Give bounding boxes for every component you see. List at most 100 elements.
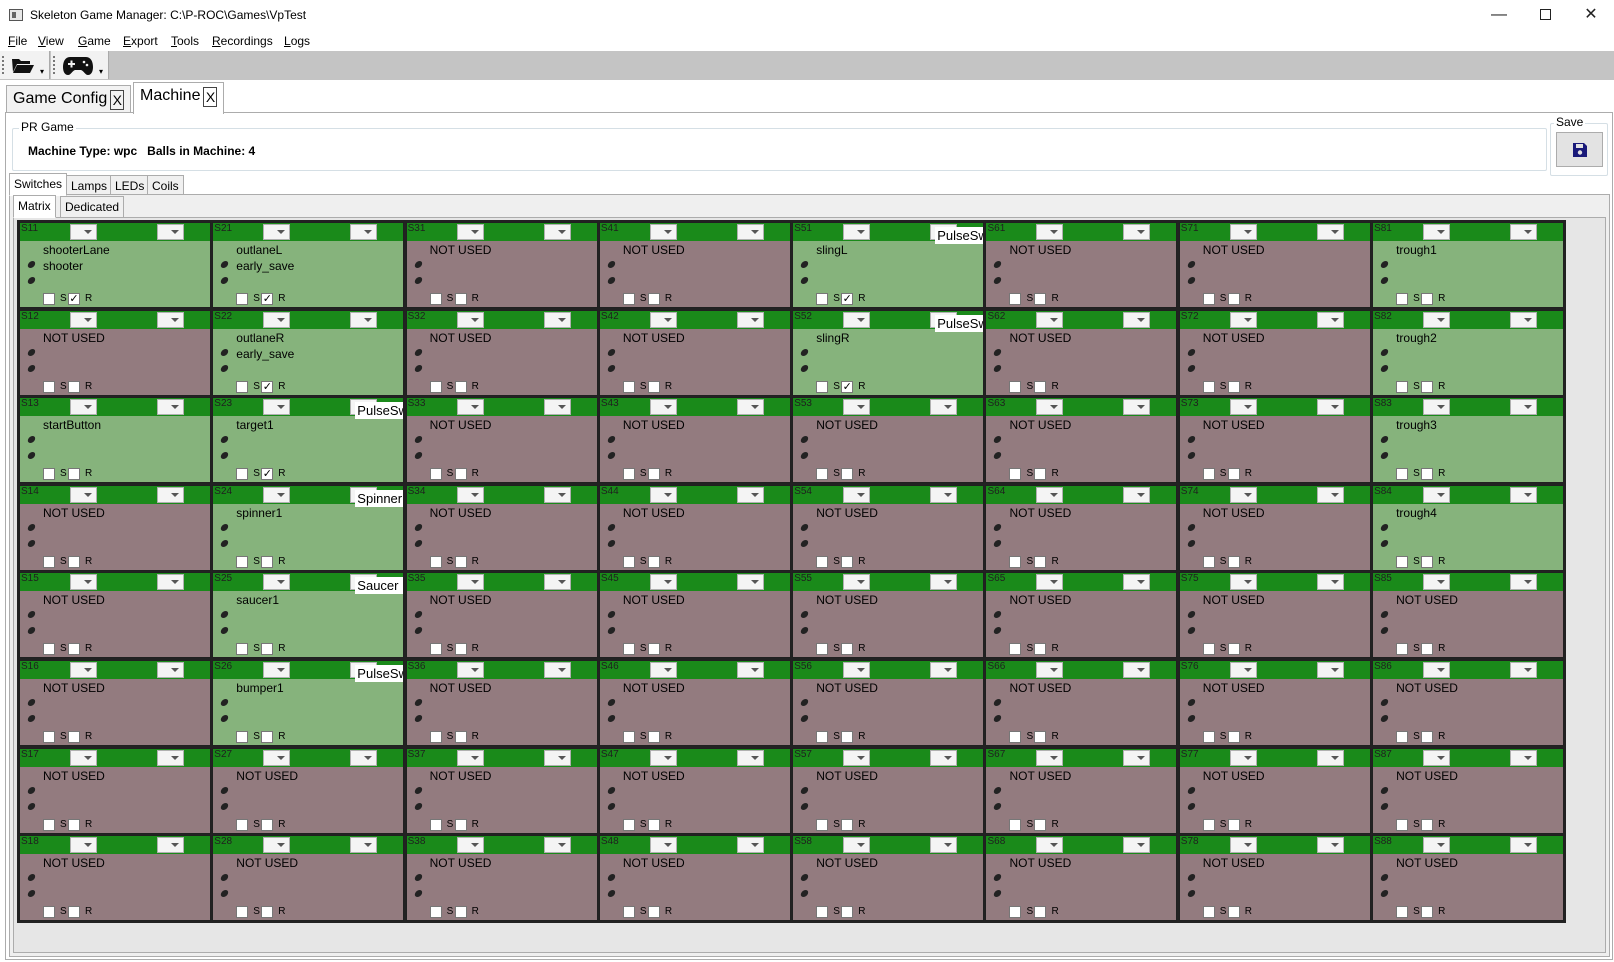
switch-name[interactable]: NOT USED: [43, 331, 105, 345]
switch-board-dropdown[interactable]: [1123, 224, 1151, 240]
search-checkbox[interactable]: [429, 730, 442, 743]
switch-type-dropdown[interactable]: [1423, 574, 1451, 591]
switch-name[interactable]: NOT USED: [623, 506, 685, 520]
search-checkbox[interactable]: [1009, 380, 1022, 393]
switch-board-dropdown[interactable]: [930, 749, 958, 766]
switch-tag[interactable]: early_save: [236, 347, 294, 361]
search-checkbox[interactable]: [1009, 468, 1022, 481]
switch-board-dropdown[interactable]: [736, 661, 764, 678]
switch-name[interactable]: NOT USED: [43, 769, 105, 783]
switch-name[interactable]: NOT USED: [430, 681, 492, 695]
switch-name[interactable]: NOT USED: [1009, 243, 1071, 257]
switch-name[interactable]: spinner1: [236, 506, 282, 520]
switch-board-dropdown[interactable]: [1123, 574, 1151, 591]
switch-board-dropdown[interactable]: [1123, 399, 1151, 416]
search-checkbox[interactable]: [43, 380, 55, 393]
switch-name[interactable]: NOT USED: [236, 856, 298, 870]
switch-board-dropdown[interactable]: [1510, 574, 1538, 591]
switch-name[interactable]: NOT USED: [1396, 769, 1458, 783]
switch-type-dropdown[interactable]: [649, 486, 677, 503]
switch-name[interactable]: NOT USED: [623, 856, 685, 870]
switch-type-dropdown[interactable]: [843, 486, 871, 503]
switch-board-dropdown[interactable]: [930, 837, 958, 854]
switch-board-dropdown[interactable]: [1316, 574, 1344, 591]
switch-board-dropdown[interactable]: [157, 661, 184, 678]
ball-search-checkbox[interactable]: [841, 730, 854, 743]
search-checkbox[interactable]: [429, 818, 442, 831]
switch-type-dropdown[interactable]: [70, 661, 97, 678]
switch-type-dropdown[interactable]: [70, 574, 97, 591]
switch-name[interactable]: slingL: [816, 243, 847, 257]
ball-search-checkbox[interactable]: [261, 643, 274, 656]
search-checkbox[interactable]: [816, 468, 829, 481]
folder-open-icon[interactable]: [11, 56, 35, 77]
switch-type-dropdown[interactable]: [1423, 837, 1451, 854]
switch-type-dropdown[interactable]: [456, 574, 484, 591]
ball-search-checkbox[interactable]: [68, 818, 80, 831]
switch-name[interactable]: NOT USED: [430, 243, 492, 257]
switch-board-dropdown[interactable]: [1316, 486, 1344, 503]
switch-board-dropdown[interactable]: [157, 486, 184, 503]
search-checkbox[interactable]: [236, 380, 249, 393]
search-checkbox[interactable]: [429, 643, 442, 656]
switch-board-dropdown[interactable]: [736, 486, 764, 503]
switch-type-dropdown[interactable]: [1229, 311, 1257, 328]
switch-board-dropdown[interactable]: [1316, 311, 1344, 328]
switch-type-dropdown[interactable]: [649, 311, 677, 328]
switch-type-dropdown[interactable]: [456, 311, 484, 328]
switch-name[interactable]: NOT USED: [1203, 681, 1265, 695]
switch-name[interactable]: NOT USED: [1009, 506, 1071, 520]
switch-type-dropdown[interactable]: [1423, 486, 1451, 503]
switch-board-dropdown[interactable]: [1316, 399, 1344, 416]
switch-name[interactable]: NOT USED: [816, 418, 878, 432]
switch-name[interactable]: trough2: [1396, 331, 1437, 345]
search-checkbox[interactable]: [622, 818, 635, 831]
search-checkbox[interactable]: [236, 555, 249, 568]
switch-type-dropdown[interactable]: [1036, 661, 1064, 678]
switch-type-dropdown[interactable]: [843, 661, 871, 678]
switch-type-dropdown[interactable]: [70, 486, 97, 503]
switch-name[interactable]: NOT USED: [1396, 856, 1458, 870]
search-checkbox[interactable]: [1396, 730, 1409, 743]
switch-board-dropdown[interactable]: [1510, 486, 1538, 503]
switch-type-dropdown[interactable]: [70, 749, 97, 766]
search-checkbox[interactable]: [816, 555, 829, 568]
switch-board-dropdown[interactable]: [157, 749, 184, 766]
switch-type-dropdown[interactable]: [1229, 837, 1257, 854]
ball-search-checkbox[interactable]: [68, 643, 80, 656]
search-checkbox[interactable]: [1202, 293, 1215, 305]
ball-search-checkbox[interactable]: [647, 906, 660, 919]
search-checkbox[interactable]: [1202, 380, 1215, 393]
switch-name[interactable]: NOT USED: [1396, 593, 1458, 607]
switch-name[interactable]: NOT USED: [43, 593, 105, 607]
ball-search-checkbox[interactable]: [647, 730, 660, 743]
switch-name[interactable]: NOT USED: [623, 769, 685, 783]
ball-search-checkbox[interactable]: [68, 730, 80, 743]
switch-board-dropdown[interactable]: [930, 486, 958, 503]
ball-search-checkbox[interactable]: [1034, 906, 1047, 919]
chevron-down-icon[interactable]: ▾: [99, 68, 103, 76]
ball-search-checkbox[interactable]: [1034, 818, 1047, 831]
save-button[interactable]: [1556, 132, 1603, 167]
ball-search-checkbox[interactable]: [647, 818, 660, 831]
switch-board-dropdown[interactable]: [1123, 837, 1151, 854]
switch-type-dropdown[interactable]: [649, 661, 677, 678]
switch-type-dropdown[interactable]: [843, 837, 871, 854]
switch-type-dropdown[interactable]: [263, 574, 291, 591]
switch-name[interactable]: NOT USED: [1203, 331, 1265, 345]
search-checkbox[interactable]: [816, 293, 829, 305]
switch-type-dropdown[interactable]: [456, 399, 484, 416]
switch-type-dropdown[interactable]: [649, 749, 677, 766]
tab-game-config[interactable]: Game Config X: [6, 85, 132, 113]
search-checkbox[interactable]: [43, 818, 55, 831]
switch-type-dropdown[interactable]: [263, 486, 291, 503]
switch-type-dropdown[interactable]: [456, 837, 484, 854]
switch-board-dropdown[interactable]: [350, 311, 378, 328]
switch-board-dropdown[interactable]: [157, 399, 184, 416]
ball-search-checkbox[interactable]: [68, 555, 80, 568]
switch-type-dropdown[interactable]: [263, 837, 291, 854]
switch-name[interactable]: NOT USED: [623, 593, 685, 607]
switch-type-dropdown[interactable]: [1229, 486, 1257, 503]
switch-type-dropdown[interactable]: [843, 311, 871, 328]
ball-search-checkbox[interactable]: [841, 468, 854, 481]
